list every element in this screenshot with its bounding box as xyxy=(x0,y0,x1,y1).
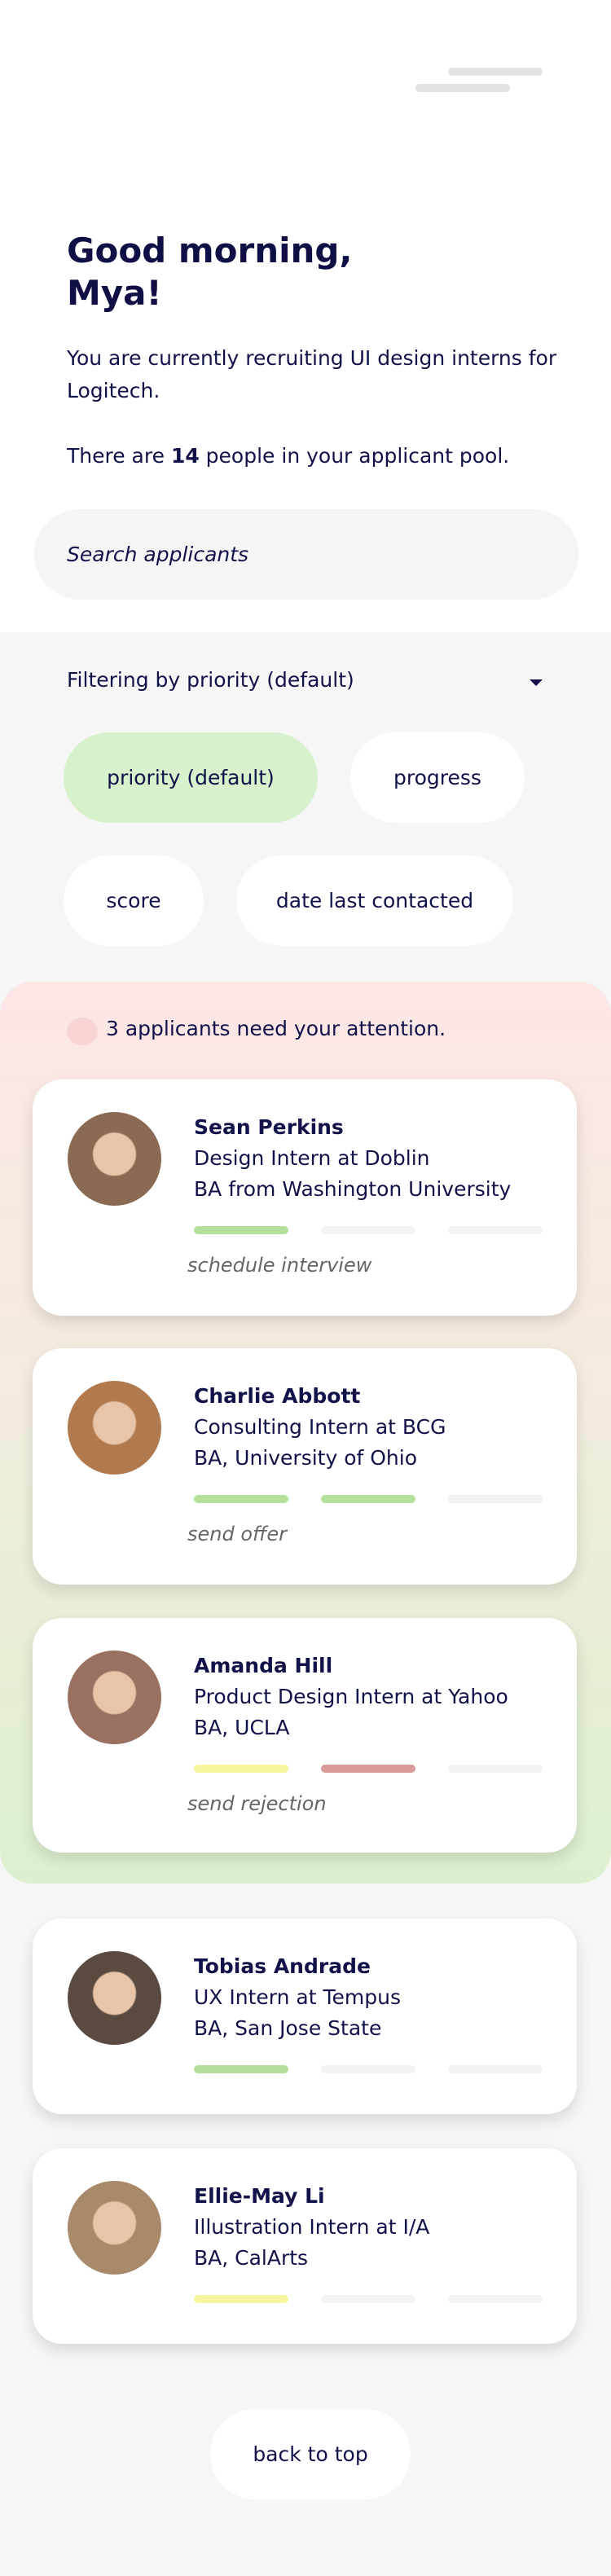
progress-bar-red xyxy=(321,1765,415,1773)
pool-count: 14 xyxy=(170,444,200,468)
intro-text: You are currently recruiting UI design i… xyxy=(67,346,557,402)
applicant-card[interactable]: Sean Perkins Design Intern at Doblin BA … xyxy=(33,1079,577,1316)
progress-bar-yellow xyxy=(194,2295,288,2303)
next-action-link[interactable]: schedule interview xyxy=(187,1254,371,1277)
progress-bar-empty xyxy=(448,1226,543,1234)
next-action-link[interactable]: send rejection xyxy=(187,1792,327,1815)
applicant-card[interactable]: Amanda Hill Product Design Intern at Yah… xyxy=(33,1618,577,1853)
progress-bar-empty xyxy=(321,2295,415,2303)
progress-bar-empty xyxy=(448,2295,543,2303)
applicant-name: Tobias Andrade xyxy=(194,1954,371,1978)
avatar xyxy=(68,1381,161,1475)
back-to-top-button[interactable]: back to top xyxy=(210,2409,411,2499)
avatar xyxy=(68,1112,161,1206)
applicant-card[interactable]: Charlie Abbott Consulting Intern at BCG … xyxy=(33,1348,577,1585)
applicant-name: Ellie-May Li xyxy=(194,2184,325,2208)
progress-bar-green xyxy=(194,2065,288,2073)
applicant-role: Design Intern at Doblin xyxy=(194,1146,430,1170)
next-action-link[interactable]: send offer xyxy=(187,1523,287,1545)
pool-text: There are 14 people in your applicant po… xyxy=(67,444,510,468)
applicant-card[interactable]: Ellie-May Li Illustration Intern at I/A … xyxy=(33,2148,577,2344)
avatar xyxy=(68,2181,161,2275)
greeting-line-2: Mya! xyxy=(67,273,162,313)
applicant-name: Amanda Hill xyxy=(194,1654,333,1677)
chip-score[interactable]: score xyxy=(64,855,204,946)
progress-bar-green xyxy=(194,1495,288,1503)
progress-bar-empty xyxy=(448,1765,543,1773)
progress-bar-empty xyxy=(448,1495,543,1503)
applicant-education: BA, UCLA xyxy=(194,1716,290,1739)
applicant-education: BA, CalArts xyxy=(194,2246,309,2270)
progress-bar-green xyxy=(321,1495,415,1503)
avatar xyxy=(68,1651,161,1744)
applicant-education: BA, San Jose State xyxy=(194,2016,382,2040)
search-input[interactable]: Search applicants xyxy=(34,509,578,600)
applicant-card[interactable]: Tobias Andrade UX Intern at Tempus BA, S… xyxy=(33,1919,577,2114)
greeting-line-1: Good morning, xyxy=(67,231,353,270)
filter-dropdown[interactable]: Filtering by priority (default) xyxy=(67,668,354,692)
progress-bar-empty xyxy=(321,1226,415,1234)
avatar xyxy=(68,1951,161,2045)
applicant-role: Consulting Intern at BCG xyxy=(194,1415,446,1439)
applicant-role: Illustration Intern at I/A xyxy=(194,2215,430,2239)
chip-priority[interactable]: priority (default) xyxy=(64,732,318,823)
chip-progress[interactable]: progress xyxy=(350,732,525,823)
applicant-role: Product Design Intern at Yahoo xyxy=(194,1685,508,1708)
hamburger-menu-icon[interactable] xyxy=(411,64,550,96)
chip-date-last-contacted[interactable]: date last contacted xyxy=(236,855,513,946)
applicant-name: Charlie Abbott xyxy=(194,1384,361,1408)
applicant-role: UX Intern at Tempus xyxy=(194,1985,401,2009)
progress-bar-empty xyxy=(448,2065,543,2073)
progress-bar-empty xyxy=(321,2065,415,2073)
greeting-heading: Good morning, Mya! xyxy=(67,230,352,314)
alert-dot-icon xyxy=(67,1018,98,1045)
applicant-education: BA from Washington University xyxy=(194,1177,512,1201)
attention-text: 3 applicants need your attention. xyxy=(106,1017,446,1040)
applicant-name: Sean Perkins xyxy=(194,1115,344,1139)
progress-bar-green xyxy=(194,1226,288,1234)
progress-bar-yellow xyxy=(194,1765,288,1773)
applicant-education: BA, University of Ohio xyxy=(194,1446,418,1470)
caret-down-icon[interactable] xyxy=(530,679,543,686)
